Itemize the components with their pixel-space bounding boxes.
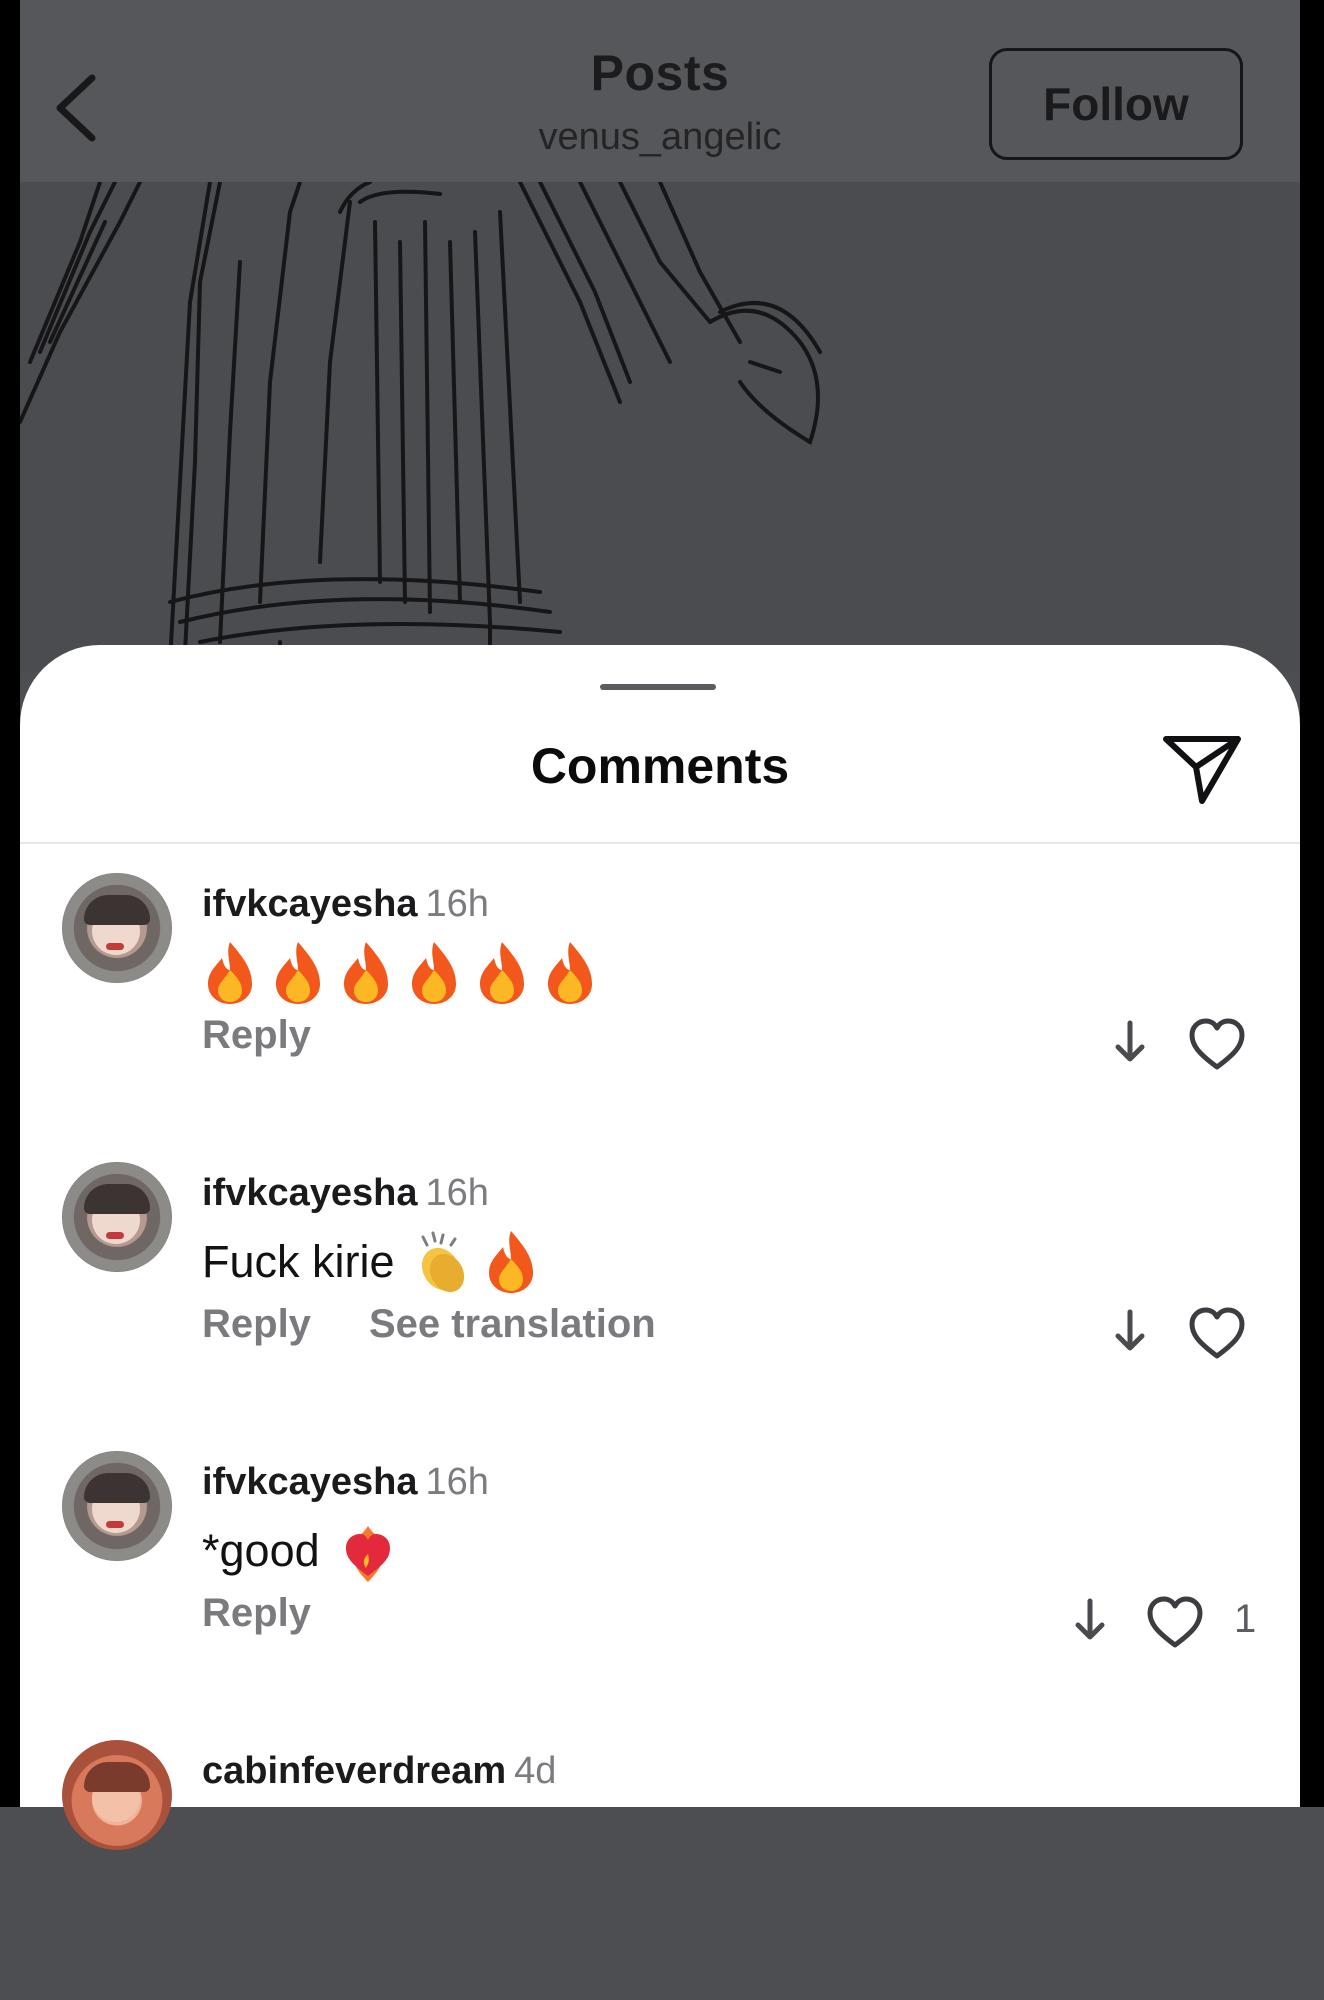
comment-username[interactable]: ifvkcayesha [202, 1461, 418, 1503]
comment-text: *good [202, 1511, 408, 1591]
heart-outline-icon[interactable] [1146, 1595, 1204, 1649]
reply-button[interactable]: Reply [202, 1591, 311, 1635]
share-button[interactable] [1160, 729, 1244, 809]
arrow-down-icon[interactable] [1110, 1017, 1150, 1067]
post-image [20, 182, 1300, 672]
heart-outline-icon[interactable] [1188, 1306, 1246, 1360]
comments-title: Comments [530, 738, 790, 794]
reply-button[interactable]: Reply [202, 1013, 311, 1057]
sketch-drawing [20, 182, 822, 672]
comment-meta: ifvkcayesha 16h [202, 1461, 489, 1504]
fire-emoji [483, 1229, 539, 1295]
screen-edge-right [1300, 0, 1324, 1807]
comment-username[interactable]: ifvkcayesha [202, 883, 418, 925]
top-header: Posts venus_angelic Follow [20, 0, 1300, 182]
fire-emoji [338, 940, 394, 1006]
avatar[interactable] [62, 1451, 172, 1561]
paper-plane-icon [1163, 736, 1241, 804]
comment-body: *good [202, 1525, 320, 1576]
comment-item: cabinfeverdream 4d [20, 1740, 1300, 2000]
heart-on-fire-emoji [340, 1518, 396, 1584]
comment-actions: Reply See translation [202, 1302, 656, 1347]
comment-meta: ifvkcayesha 16h [202, 1172, 489, 1215]
like-count: 1 [1234, 1597, 1257, 1641]
avatar[interactable] [62, 1740, 172, 1850]
app: Posts venus_angelic Follow Comments ifvk… [20, 0, 1300, 1850]
drag-handle[interactable] [600, 684, 716, 690]
comment-time: 4d [514, 1750, 557, 1792]
reply-button[interactable]: Reply [202, 1302, 311, 1346]
fire-emoji [474, 940, 530, 1006]
follow-button[interactable]: Follow [989, 48, 1243, 160]
comment-time: 16h [425, 1461, 489, 1503]
comment-username[interactable]: cabinfeverdream [202, 1750, 506, 1792]
comments-sheet: Comments ifvkcayesha 16h Reply ifvkcayes… [20, 645, 1300, 1850]
fire-emoji [542, 940, 598, 1006]
comment-item: ifvkcayesha 16h Reply [20, 873, 1300, 1133]
screen-edge-left [0, 0, 20, 1807]
comment-text: Fuck kirie [202, 1222, 551, 1302]
comment-actions: Reply [202, 1013, 311, 1058]
avatar[interactable] [62, 873, 172, 983]
avatar[interactable] [62, 1162, 172, 1272]
comment-item: ifvkcayesha 16h *good Reply 1 [20, 1451, 1300, 1711]
comment-meta: ifvkcayesha 16h [202, 883, 489, 926]
arrow-down-icon[interactable] [1110, 1306, 1150, 1356]
clapping-hands-emoji [415, 1229, 471, 1295]
comment-username[interactable]: ifvkcayesha [202, 1172, 418, 1214]
comment-time: 16h [425, 883, 489, 925]
comment-meta: cabinfeverdream 4d [202, 1750, 556, 1793]
comment-text [202, 933, 610, 1013]
fire-emoji [406, 940, 462, 1006]
fire-emoji [270, 940, 326, 1006]
see-translation-button[interactable]: See translation [369, 1302, 656, 1346]
fire-emoji [202, 940, 258, 1006]
comment-actions: Reply [202, 1591, 311, 1636]
sheet-divider [20, 842, 1300, 844]
comment-body: Fuck kirie [202, 1236, 395, 1287]
heart-outline-icon[interactable] [1188, 1017, 1246, 1071]
comment-item: ifvkcayesha 16h Fuck kirie Reply See trans… [20, 1162, 1300, 1422]
comment-time: 16h [425, 1172, 489, 1214]
arrow-down-icon[interactable] [1070, 1595, 1110, 1645]
